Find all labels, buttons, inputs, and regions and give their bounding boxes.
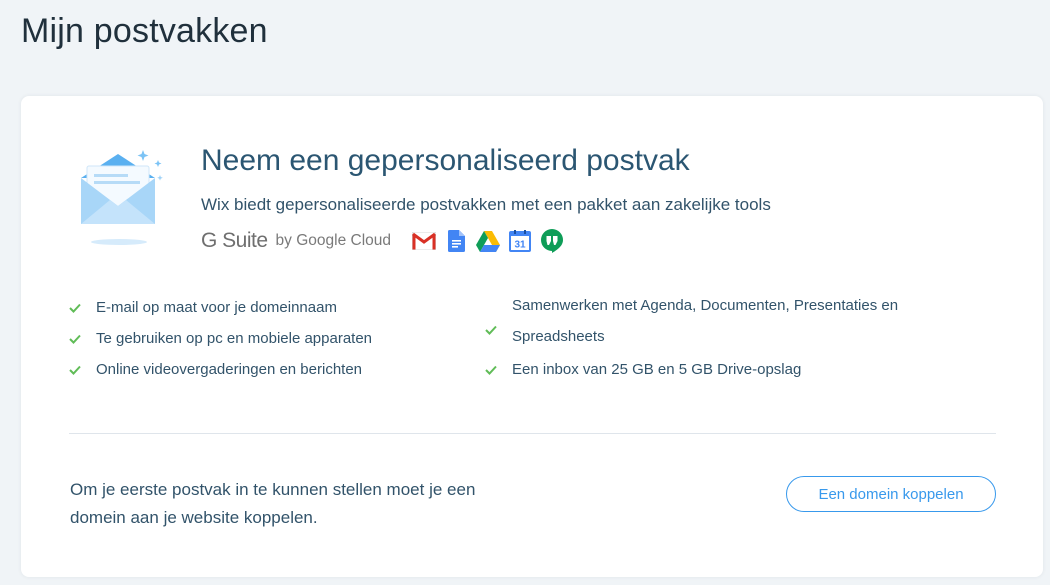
mailbox-promo-card: Neem een gepersonaliseerd postvak Wix bi… bbox=[21, 96, 1043, 577]
feature-label-line: Samenwerken met Agenda, Documenten, Pres… bbox=[512, 297, 899, 314]
feature-item: Een inbox van 25 GB en 5 GB Drive-opslag bbox=[485, 361, 801, 378]
gsuite-app-icons: 31 bbox=[411, 228, 571, 254]
checkmark-icon bbox=[69, 302, 81, 314]
connect-domain-button[interactable]: Een domein koppelen bbox=[786, 476, 996, 512]
feature-item: E-mail op maat voor je domeinnaam bbox=[69, 299, 337, 316]
hangouts-icon bbox=[539, 228, 565, 254]
checkmark-icon bbox=[485, 315, 497, 335]
gsuite-brand-row: G Suite by Google Cloud 31 bbox=[201, 226, 571, 256]
feature-label: E-mail op maat voor je domeinnaam bbox=[96, 299, 337, 316]
checkmark-icon bbox=[69, 333, 81, 345]
google-docs-icon bbox=[443, 228, 469, 254]
feature-label-line: Spreadsheets bbox=[512, 328, 605, 345]
feature-item: Samenwerken met Agenda, Documenten, Pres… bbox=[485, 290, 898, 352]
feature-item: Online videovergaderingen en berichten bbox=[69, 361, 362, 378]
divider bbox=[69, 433, 996, 434]
feature-list: E-mail op maat voor je domeinnaam Te geb… bbox=[69, 294, 969, 390]
gmail-icon bbox=[411, 228, 437, 254]
promo-subtitle: Wix biedt gepersonaliseerde postvakken m… bbox=[201, 195, 771, 214]
checkmark-icon bbox=[69, 364, 81, 376]
google-calendar-icon: 31 bbox=[507, 228, 533, 254]
calendar-day-number: 31 bbox=[514, 240, 526, 251]
gsuite-logo: G Suite bbox=[201, 229, 268, 252]
page-title: Mijn postvakken bbox=[21, 12, 268, 50]
promo-title: Neem een gepersonaliseerd postvak bbox=[201, 144, 690, 177]
feature-label: Samenwerken met Agenda, Documenten, Pres… bbox=[512, 290, 898, 352]
envelope-illustration bbox=[77, 148, 169, 248]
feature-label: Een inbox van 25 GB en 5 GB Drive-opslag bbox=[512, 361, 802, 378]
feature-item: Te gebruiken op pc en mobiele apparaten bbox=[69, 330, 372, 347]
feature-label: Online videovergaderingen en berichten bbox=[96, 361, 363, 378]
feature-label: Te gebruiken op pc en mobiele apparaten bbox=[96, 330, 373, 347]
google-drive-icon bbox=[475, 228, 501, 254]
checkmark-icon bbox=[485, 364, 497, 376]
domain-required-message: Om je eerste postvak in te kunnen stelle… bbox=[70, 480, 476, 527]
gsuite-byline: by Google Cloud bbox=[275, 232, 392, 249]
